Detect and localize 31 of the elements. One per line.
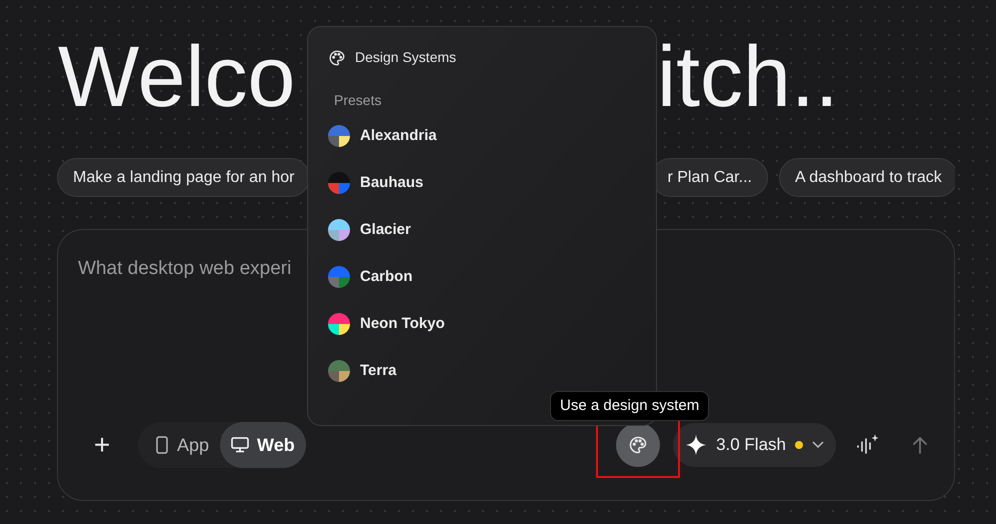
preset-item[interactable]: Glacier: [328, 219, 636, 241]
swatch-icon: [328, 266, 350, 288]
tooltip: Use a design system: [550, 391, 710, 421]
preset-item[interactable]: Neon Tokyo: [328, 313, 636, 335]
section-label: Presets: [334, 91, 382, 110]
swatch-icon: [328, 172, 350, 194]
swatch-icon: [328, 125, 350, 147]
headline: Welco: [58, 29, 296, 125]
menu-title: Design Systems: [355, 48, 456, 67]
preset-item[interactable]: Terra: [328, 360, 636, 382]
palette-icon: [328, 48, 346, 66]
swatch-icon: [328, 219, 350, 241]
suggestion-chip[interactable]: A dashboard to track: [778, 158, 955, 197]
headline: itch..: [657, 34, 839, 120]
arrow-up-icon: [912, 436, 928, 454]
phone-icon: [155, 436, 169, 454]
sparkle-icon: [685, 434, 708, 456]
swatch-icon: [328, 360, 350, 382]
voice-sparkle-icon: [856, 434, 880, 456]
preset-item[interactable]: Bauhaus: [328, 172, 636, 194]
add-button[interactable]: +: [84, 427, 120, 463]
preset-item[interactable]: Alexandria: [328, 125, 636, 147]
design-system-button[interactable]: [616, 423, 660, 467]
mode-tab[interactable]: Web: [220, 422, 306, 468]
palette-icon: [628, 435, 648, 455]
mode-tab[interactable]: App: [144, 422, 220, 468]
chevron-down-icon: [812, 441, 824, 449]
preset-item[interactable]: Carbon: [328, 266, 636, 288]
monitor-icon: [231, 437, 250, 453]
model-selector[interactable]: 3.0 Flash: [673, 423, 836, 467]
swatch-icon: [328, 313, 350, 335]
